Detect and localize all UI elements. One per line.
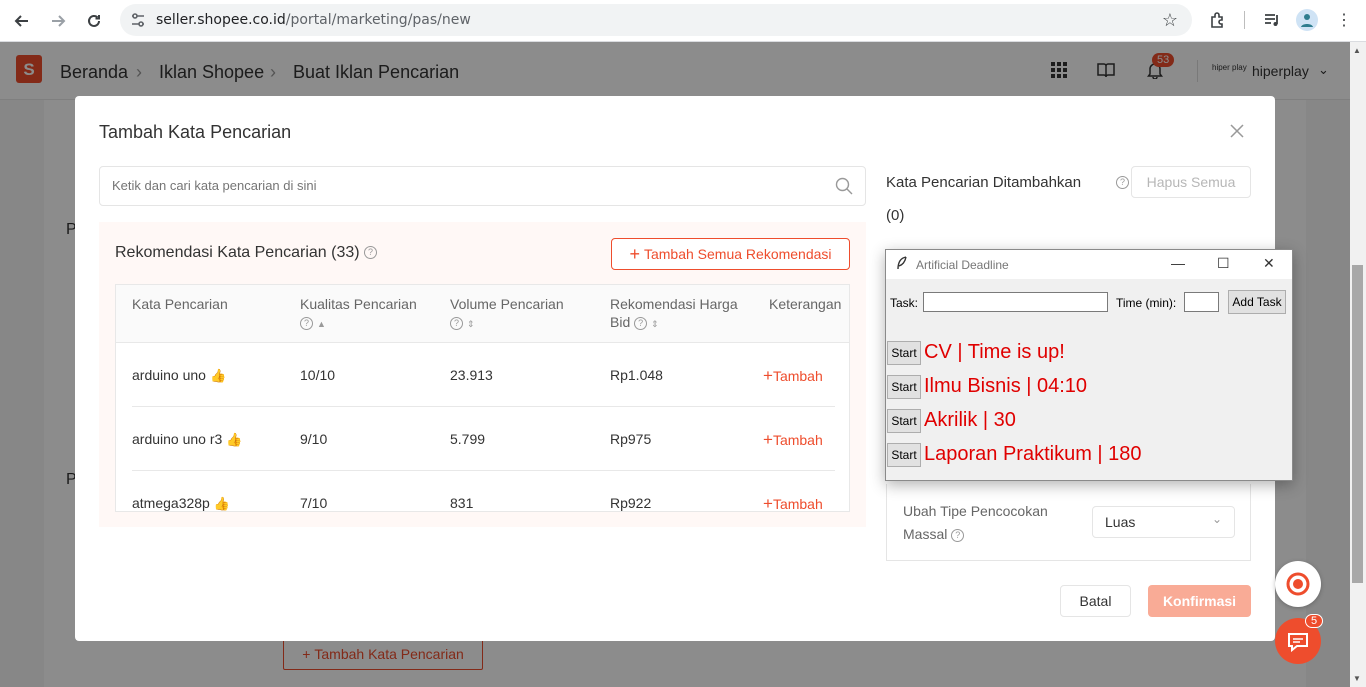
reload-icon[interactable] [81, 8, 107, 34]
url-text: seller.shopee.co.id/portal/marketing/pas… [156, 12, 471, 28]
clear-all-button[interactable]: Hapus Semua [1131, 166, 1251, 198]
keyword-cell: arduino uno 👍 [132, 367, 227, 383]
start-button[interactable]: Start [887, 341, 921, 365]
help-chat-button[interactable] [1275, 561, 1321, 607]
keyword-search-box[interactable] [99, 166, 866, 206]
volume-cell: 831 [450, 495, 474, 511]
help-icon[interactable]: ? [450, 316, 463, 330]
add-all-recommendations-button[interactable]: + Tambah Semua Rekomendasi [611, 238, 850, 270]
table-row: arduino uno 👍 10/10 23.913 Rp1.048 +Tamba… [116, 343, 849, 407]
start-button[interactable]: Start [887, 409, 921, 433]
table-row: atmega328p 👍 7/10 831 Rp922 +Tambah [116, 471, 849, 511]
address-bar[interactable]: seller.shopee.co.id/portal/marketing/pas… [120, 4, 1192, 36]
close-icon[interactable]: ✕ [1263, 255, 1275, 272]
add-keyword-link[interactable]: +Tambah [763, 366, 823, 386]
match-type-label: Ubah Tipe Pencocokan Massal ? [903, 503, 1048, 542]
sort-icon[interactable]: ▲ [317, 319, 326, 329]
column-header-note: Keterangan [769, 296, 842, 312]
keyword-cell: arduino uno r3 👍 [132, 431, 243, 447]
sort-icon[interactable]: ⇕ [467, 319, 475, 329]
toolbar-divider [1244, 11, 1245, 29]
browser-toolbar: seller.shopee.co.id/portal/marketing/pas… [0, 0, 1366, 42]
keyword-search-input[interactable] [112, 178, 812, 193]
feather-icon [896, 256, 908, 273]
extensions-icon[interactable] [1207, 9, 1229, 31]
modal-title: Tambah Kata Pencarian [99, 122, 292, 142]
confirm-button[interactable]: Konfirmasi [1148, 585, 1251, 617]
column-header-bid[interactable]: Rekomendasi Harga Bid ? ⇕ [610, 285, 750, 343]
help-icon[interactable]: ? [364, 246, 378, 260]
keyword-cell: atmega328p 👍 [132, 495, 231, 511]
task-item: Laporan Praktikum | 180 [924, 443, 1142, 465]
bid-cell: Rp1.048 [610, 367, 663, 383]
close-icon[interactable] [1229, 122, 1245, 145]
time-input[interactable] [1184, 292, 1219, 312]
table-row: arduino uno r3 👍 9/10 5.799 Rp975 +Tambah [116, 407, 849, 471]
bid-cell: Rp922 [610, 495, 652, 511]
site-settings-icon[interactable] [130, 12, 146, 28]
maximize-icon[interactable]: ☐ [1217, 255, 1230, 272]
sort-icon[interactable]: ⇕ [651, 319, 659, 329]
thumbs-up-icon: 👍 [209, 368, 227, 383]
help-icon[interactable]: ? [300, 316, 313, 330]
search-icon[interactable] [835, 177, 853, 195]
recommendation-panel: Rekomendasi Kata Pencarian (33) ? + Tamba… [99, 222, 866, 527]
task-label: Task: [890, 296, 919, 310]
cancel-button[interactable]: Batal [1060, 585, 1131, 617]
window-title: Artificial Deadline [916, 258, 1009, 272]
scroll-up-icon[interactable]: ▲ [1353, 46, 1361, 55]
quality-cell: 9/10 [300, 431, 328, 447]
task-item: Ilmu Bisnis | 04:10 [924, 375, 1088, 397]
profile-avatar-icon[interactable] [1296, 9, 1318, 31]
match-type-select[interactable]: Luas ⌄ [1092, 506, 1235, 538]
thumbs-up-icon: 👍 [213, 496, 231, 511]
media-control-icon[interactable] [1261, 9, 1283, 31]
help-icon[interactable]: ? [634, 316, 648, 330]
time-label: Time (min): [1116, 296, 1177, 310]
window-titlebar[interactable]: Artificial Deadline — ☐ ✕ [886, 250, 1292, 279]
chat-badge: 5 [1305, 614, 1324, 628]
added-keywords-title: Kata Pencarian Ditambahkan [886, 174, 1082, 191]
add-keyword-link[interactable]: +Tambah [763, 430, 823, 450]
recommendation-title: Rekomendasi Kata Pencarian (33) ? [115, 244, 378, 262]
column-header-keyword: Kata Pencarian [132, 296, 228, 312]
bookmark-star-icon[interactable]: ☆ [1162, 10, 1178, 31]
recommendation-table: Kata Pencarian Kualitas Pencarian? ▲ Volu… [115, 284, 850, 512]
artificial-deadline-window: Artificial Deadline — ☐ ✕ Task: Time (mi… [885, 249, 1293, 481]
task-item: CV | Time is up! [924, 341, 1065, 363]
start-button[interactable]: Start [887, 375, 921, 399]
chevron-down-icon: ⌄ [1211, 512, 1222, 526]
volume-cell: 23.913 [450, 367, 493, 383]
browser-menu-icon[interactable]: ⋮ [1333, 9, 1355, 31]
match-type-panel: Ubah Tipe Pencocokan Massal ? Luas ⌄ [886, 484, 1251, 561]
minimize-icon[interactable]: — [1171, 255, 1185, 271]
task-item: Akrilik | 30 [924, 409, 1016, 431]
scrollbar-thumb[interactable] [1352, 265, 1363, 583]
added-keywords-count: (0) [886, 207, 905, 224]
column-header-quality[interactable]: Kualitas Pencarian? ▲ [300, 285, 417, 343]
column-header-volume[interactable]: Volume Pencarian? ⇕ [450, 285, 564, 343]
task-input[interactable] [923, 292, 1108, 312]
thumbs-up-icon: 👍 [226, 432, 243, 447]
help-icon[interactable]: ? [1116, 176, 1129, 189]
back-arrow-icon[interactable] [9, 8, 35, 34]
help-icon[interactable]: ? [951, 528, 965, 542]
quality-cell: 7/10 [300, 495, 328, 511]
add-keyword-link[interactable]: +Tambah [763, 494, 823, 511]
add-task-button[interactable]: Add Task [1228, 290, 1286, 314]
bid-cell: Rp975 [610, 431, 652, 447]
volume-cell: 5.799 [450, 431, 486, 447]
start-button[interactable]: Start [887, 443, 921, 467]
scroll-down-icon[interactable]: ▼ [1353, 674, 1361, 683]
forward-arrow-icon[interactable] [45, 8, 71, 34]
quality-cell: 10/10 [300, 367, 336, 383]
